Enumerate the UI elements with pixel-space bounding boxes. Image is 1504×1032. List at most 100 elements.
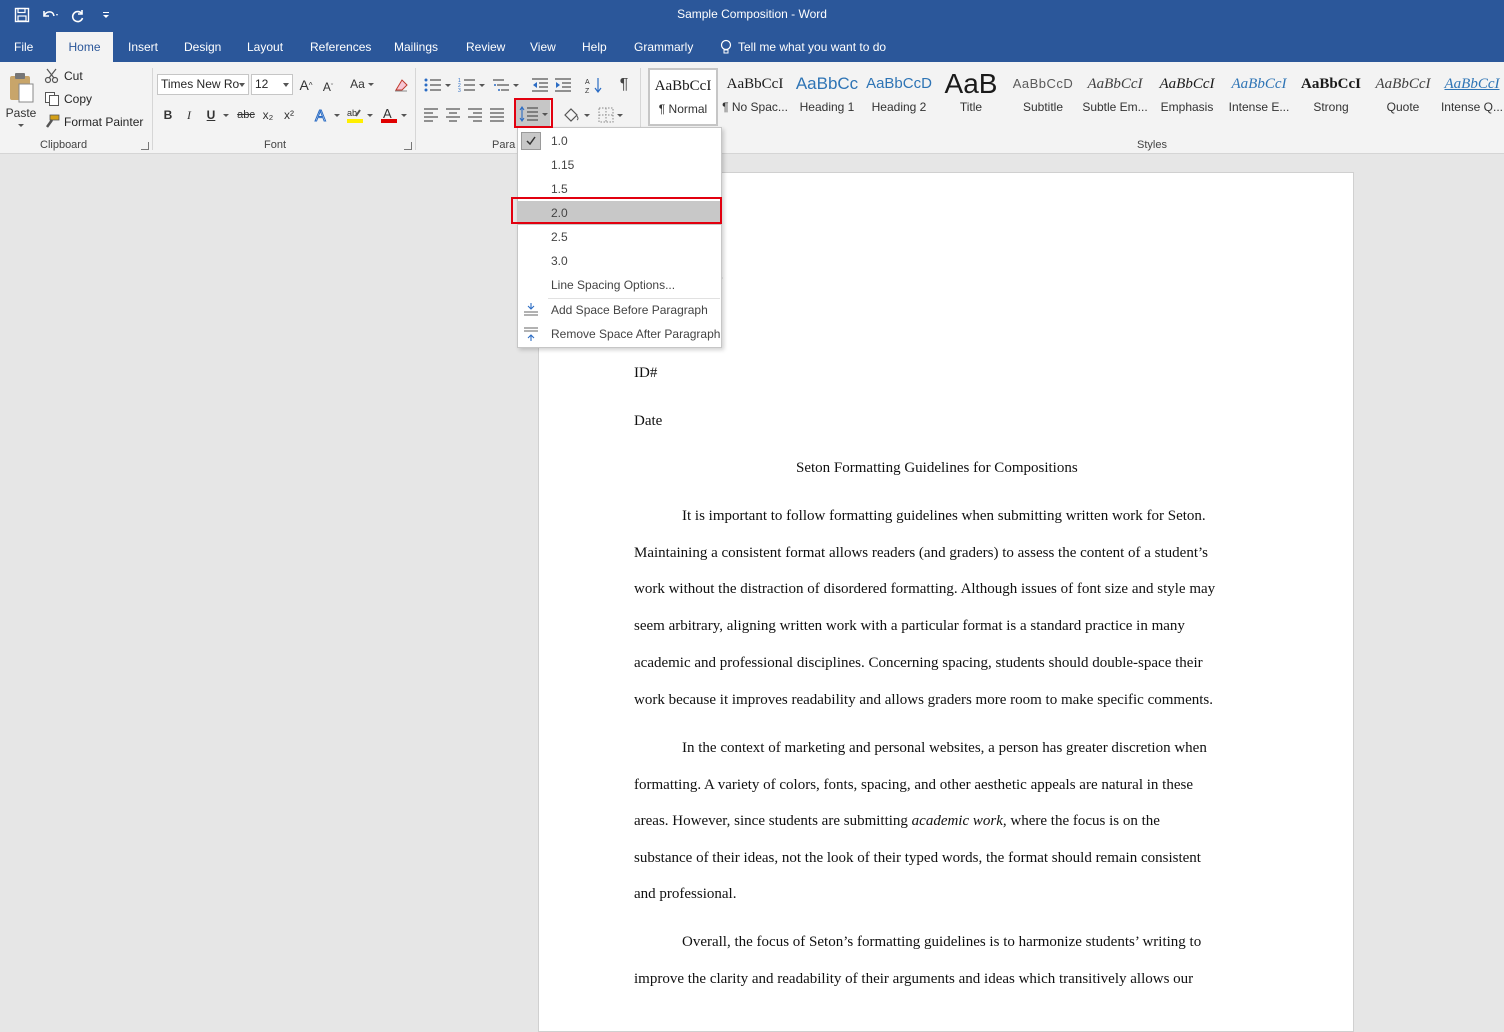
tab-design[interactable]: Design (172, 32, 233, 62)
multilevel-list-button[interactable] (489, 74, 521, 96)
align-right-icon[interactable] (465, 104, 485, 126)
style-name: Emphasis (1160, 100, 1214, 114)
borders-button[interactable] (594, 104, 626, 126)
line-spacing-option-3-0[interactable]: 3.0 (518, 249, 721, 273)
change-case-dropdown-icon (367, 82, 374, 86)
underline-dropdown-icon[interactable] (221, 104, 231, 126)
option-label: 1.0 (551, 134, 568, 148)
style-sample: AaBbCcI (1159, 76, 1215, 92)
cut-button[interactable]: Cut (44, 66, 83, 86)
style-name: Strong (1313, 100, 1349, 114)
ribbon: Paste Cut Copy Format Painter Clipboard … (0, 62, 1504, 154)
style-no-spacing[interactable]: AaBbCcI ¶ No Spac... (720, 68, 790, 126)
remove-space-after-paragraph[interactable]: Remove Space After Paragraph (518, 322, 721, 346)
style-title[interactable]: AaB Title (936, 68, 1006, 126)
add-space-before-paragraph[interactable]: Add Space Before Paragraph (518, 298, 721, 322)
tab-references[interactable]: References (298, 32, 383, 62)
paragraph-line: Overall, the focus of Seton’s formatting… (682, 934, 1202, 950)
svg-text:ab: ab (347, 108, 357, 118)
copy-button[interactable]: Copy (44, 89, 92, 109)
style-quote[interactable]: AaBbCcI Quote (1368, 68, 1438, 126)
option-label: 1.15 (551, 158, 575, 172)
format-painter-button[interactable]: Format Painter (44, 112, 143, 132)
paragraph-line: and professional. (634, 886, 737, 902)
borders-icon (598, 107, 613, 123)
style-name: Heading 2 (871, 100, 927, 114)
paste-button[interactable]: Paste (4, 66, 38, 132)
font-color-button[interactable]: A (377, 104, 409, 126)
align-left-icon[interactable] (421, 104, 441, 126)
shading-button[interactable] (558, 104, 592, 126)
font-name-value: Times New Ro (161, 77, 240, 91)
numbering-button[interactable]: 123 (455, 74, 487, 96)
paragraph-line: seem arbitrary, aligning written work wi… (634, 618, 1185, 634)
show-formatting-marks-icon[interactable]: ¶ (613, 74, 635, 96)
justify-icon[interactable] (487, 104, 507, 126)
style-sample: AaBbCcD (866, 75, 932, 92)
format-painter-label: Format Painter (64, 115, 144, 129)
style-subtitle[interactable]: AaBbCcD Subtitle (1008, 68, 1078, 126)
highlight-color-button[interactable]: ab (343, 104, 375, 126)
underline-button[interactable]: U (202, 104, 220, 126)
subscript-button[interactable]: x₂ (259, 104, 277, 126)
style-strong[interactable]: AaBbCcI Strong (1296, 68, 1366, 126)
font-size-combo[interactable]: 12 (251, 74, 293, 95)
date-line: Date (634, 413, 663, 429)
bold-button[interactable]: B (159, 104, 177, 126)
increase-indent-icon[interactable] (552, 74, 574, 96)
superscript-button[interactable]: x² (280, 104, 298, 126)
line-spacing-options-link[interactable]: Line Spacing Options... (518, 273, 721, 297)
paintbrush-icon (45, 114, 60, 128)
tab-home[interactable]: Home (56, 32, 113, 62)
tell-me-box[interactable]: Tell me what you want to do (708, 32, 898, 62)
svg-text:3: 3 (458, 88, 461, 93)
tab-mailings[interactable]: Mailings (382, 32, 450, 62)
clear-formatting-icon[interactable] (390, 74, 412, 96)
tab-grammarly[interactable]: Grammarly (622, 32, 705, 62)
style-subtle-emphasis[interactable]: AaBbCcI Subtle Em... (1080, 68, 1150, 126)
style-normal[interactable]: AaBbCcI ¶ Normal (648, 68, 718, 126)
change-case-button[interactable]: Aa (347, 74, 377, 94)
line-spacing-option-1-15[interactable]: 1.15 (518, 153, 721, 177)
tab-help[interactable]: Help (570, 32, 619, 62)
shrink-font-icon[interactable]: Aˇ (319, 77, 337, 97)
tab-file[interactable]: File (2, 32, 45, 62)
italic-button[interactable]: I (180, 104, 198, 126)
style-name: ¶ No Spac... (722, 100, 788, 114)
strikethrough-button[interactable]: abc (235, 104, 257, 126)
text-effects-button[interactable]: A (311, 104, 341, 126)
paragraph-line: areas. However, since students are submi… (634, 813, 1160, 830)
style-heading-2[interactable]: AaBbCcD Heading 2 (864, 68, 934, 126)
style-intense-emphasis[interactable]: AaBbCcI Intense E... (1224, 68, 1294, 126)
style-emphasis[interactable]: AaBbCcI Emphasis (1152, 68, 1222, 126)
font-color-icon: A (380, 106, 397, 123)
group-separator (415, 68, 416, 150)
tab-layout[interactable]: Layout (235, 32, 295, 62)
paragraph-line: It is important to follow formatting gui… (682, 508, 1206, 524)
tab-view[interactable]: View (518, 32, 568, 62)
line-spacing-option-1-0[interactable]: 1.0 (518, 129, 721, 153)
paragraph-line: formatting. A variety of colors, fonts, … (634, 777, 1193, 793)
remove-space-after-icon (523, 326, 539, 350)
cut-label: Cut (64, 69, 83, 83)
clipboard-dialog-launcher[interactable] (141, 142, 149, 150)
bullets-button[interactable] (421, 74, 453, 96)
id-line: ID# (634, 365, 658, 381)
sort-icon[interactable]: AZ (583, 74, 605, 96)
align-center-icon[interactable] (443, 104, 463, 126)
tab-review[interactable]: Review (454, 32, 517, 62)
style-sample: AaBbCcI (1444, 76, 1500, 92)
style-intense-quote[interactable]: AaBbCcI Intense Q... (1440, 68, 1504, 126)
font-name-combo[interactable]: Times New Ro (157, 74, 249, 95)
svg-text:A: A (383, 106, 392, 121)
tab-insert[interactable]: Insert (116, 32, 170, 62)
decrease-indent-icon[interactable] (529, 74, 551, 96)
style-sample: AaBbCcI (1087, 76, 1143, 92)
font-dialog-launcher[interactable] (404, 142, 412, 150)
style-heading-1[interactable]: AaBbCc Heading 1 (792, 68, 862, 126)
highlighter-icon: ab (346, 108, 363, 123)
grow-font-icon[interactable]: A ^ (297, 75, 315, 95)
line-spacing-option-2-5[interactable]: 2.5 (518, 225, 721, 249)
highlight-annotation-box (514, 98, 553, 128)
style-sample: AaB (944, 68, 998, 99)
